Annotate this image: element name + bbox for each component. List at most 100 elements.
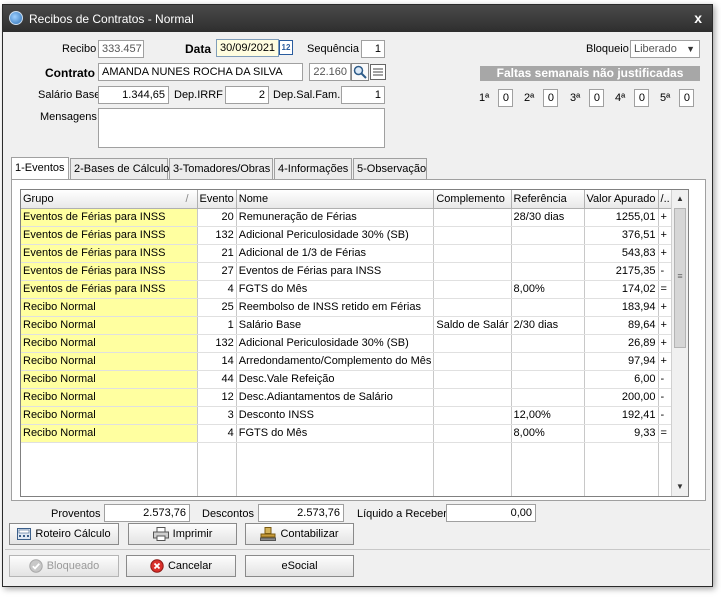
- empty-cell: [197, 442, 237, 460]
- cell-grupo: Eventos de Férias para INSS: [21, 262, 198, 281]
- bloqueado-button[interactable]: Bloqueado: [9, 555, 119, 577]
- table-row[interactable]: Recibo Normal 4 FGTS do Mês 8,00% 9,33 =: [21, 424, 674, 443]
- col-complemento-header[interactable]: Complemento: [433, 190, 512, 209]
- table-row[interactable]: Recibo Normal 1 Salário Base Saldo de Salár…: [21, 316, 674, 335]
- cell-nome: Remuneração de Férias: [236, 208, 435, 227]
- cell-valor: 1255,01: [584, 208, 659, 227]
- window-title: Recibos de Contratos - Normal: [29, 12, 194, 26]
- tab-1[interactable]: 1-Eventos: [11, 157, 69, 180]
- empty-cell: [511, 442, 585, 460]
- title-bar: Recibos de Contratos - Normal x: [3, 5, 712, 32]
- sequencia-field[interactable]: 1: [361, 40, 385, 58]
- cell-referencia: [511, 334, 585, 353]
- col-valor-header[interactable]: Valor Apurado: [584, 190, 659, 209]
- contrato-nome-field[interactable]: AMANDA NUNES ROCHA DA SILVA: [98, 63, 303, 81]
- col-nome-header[interactable]: Nome: [236, 190, 435, 209]
- cell-complemento: [433, 334, 512, 353]
- col-referencia-header[interactable]: Referência: [511, 190, 585, 209]
- bloqueio-label: Bloqueio: [586, 43, 629, 55]
- cell-referencia: [511, 370, 585, 389]
- cell-nome: Adicional Periculosidade 30% (SB): [236, 226, 435, 245]
- list-icon[interactable]: [370, 64, 386, 80]
- cell-nome: Desconto INSS: [236, 406, 435, 425]
- falta-week-field[interactable]: 0: [679, 89, 694, 107]
- cell-grupo: Eventos de Férias para INSS: [21, 280, 198, 299]
- imprimir-button[interactable]: Imprimir: [128, 523, 237, 545]
- scroll-thumb[interactable]: ≡: [674, 208, 686, 348]
- salario-label: Salário Base: [38, 89, 101, 101]
- table-row[interactable]: Recibo Normal 25 Reembolso de INSS retido …: [21, 298, 674, 317]
- table-row[interactable]: Eventos de Férias para INSS 21 Adicional d…: [21, 244, 674, 263]
- cell-grupo: Recibo Normal: [21, 388, 198, 407]
- empty-cell: [21, 478, 198, 496]
- cell-valor: 26,89: [584, 334, 659, 353]
- col-evento-header[interactable]: Evento: [197, 190, 237, 209]
- cell-complemento: [433, 226, 512, 245]
- cell-evento: 20: [197, 208, 237, 227]
- table-row[interactable]: Recibo Normal 132 Adicional Periculosidade…: [21, 334, 674, 353]
- proventos-label: Proventos: [51, 508, 101, 520]
- cell-nome: Salário Base: [236, 316, 435, 335]
- contabilizar-button[interactable]: Contabilizar: [245, 523, 354, 545]
- cell-nome: FGTS do Mês: [236, 424, 435, 443]
- tab-5[interactable]: 5-Observação: [353, 158, 427, 179]
- col-grupo-header[interactable]: Grupo /: [21, 190, 198, 209]
- cell-grupo: Recibo Normal: [21, 370, 198, 389]
- empty-cell: [433, 478, 512, 496]
- chevron-down-icon: ▼: [686, 44, 695, 54]
- cell-complemento: [433, 280, 512, 299]
- close-button[interactable]: x: [694, 10, 702, 26]
- recibo-field[interactable]: 333.457: [98, 40, 144, 58]
- cell-referencia: 2/30 dias: [511, 316, 585, 335]
- data-field[interactable]: 30/09/2021: [216, 39, 279, 57]
- empty-cell: [511, 460, 585, 478]
- empty-cell: [584, 478, 659, 496]
- cell-complemento: [433, 244, 512, 263]
- cell-nome: FGTS do Mês: [236, 280, 435, 299]
- dep-salfam-field[interactable]: 1: [341, 86, 385, 104]
- table-row[interactable]: Recibo Normal 3 Desconto INSS 12,00% 192,41-: [21, 406, 674, 425]
- eventos-grid[interactable]: Grupo / Evento Nome Complemento Referência Val…: [20, 189, 689, 497]
- cell-grupo: Recibo Normal: [21, 352, 198, 371]
- cell-nome: Adicional Periculosidade 30% (SB): [236, 334, 435, 353]
- recibo-label: Recibo: [62, 43, 97, 55]
- scroll-down-icon[interactable]: ▼: [672, 479, 688, 495]
- contrato-num-field[interactable]: 22.160: [309, 63, 351, 81]
- mensagens-field[interactable]: [98, 108, 385, 148]
- table-row[interactable]: Eventos de Férias para INSS 132 Adicional …: [21, 226, 674, 245]
- table-row[interactable]: Eventos de Férias para INSS 27 Eventos de …: [21, 262, 674, 281]
- cell-valor: 97,94: [584, 352, 659, 371]
- table-row[interactable]: Eventos de Férias para INSS 20 Remuneração…: [21, 208, 674, 227]
- sequencia-label: Sequência: [307, 43, 359, 55]
- table-row[interactable]: Eventos de Férias para INSS 4 FGTS do Mês 8…: [21, 280, 674, 299]
- table-row[interactable]: Recibo Normal 44 Desc.Vale Refeição 6,00-: [21, 370, 674, 389]
- cell-nome: Eventos de Férias para INSS: [236, 262, 435, 281]
- falta-week-field[interactable]: 0: [589, 89, 604, 107]
- falta-week-field[interactable]: 0: [498, 89, 513, 107]
- cell-grupo: Eventos de Férias para INSS: [21, 208, 198, 227]
- empty-cell: [584, 442, 659, 460]
- salario-field[interactable]: 1.344,65: [98, 86, 169, 104]
- esocial-button[interactable]: eSocial: [245, 555, 354, 577]
- calendar-icon[interactable]: 12: [279, 40, 293, 55]
- table-row[interactable]: Recibo Normal 14 Arredondamento/Complement…: [21, 352, 674, 371]
- tab-3[interactable]: 3-Tomadores/Obras: [169, 158, 273, 179]
- roteiro-calculo-button[interactable]: Roteiro Cálculo: [9, 523, 119, 545]
- empty-cell: [21, 442, 198, 460]
- tab-4[interactable]: 4-Informações: [274, 158, 352, 179]
- tab-2[interactable]: 2-Bases de Cálculo: [70, 158, 169, 179]
- search-icon[interactable]: [351, 63, 369, 81]
- grid-scrollbar[interactable]: ▲ ≡ ▼: [671, 190, 688, 496]
- cell-evento: 21: [197, 244, 237, 263]
- falta-week-field[interactable]: 0: [634, 89, 649, 107]
- dep-irrf-field[interactable]: 2: [225, 86, 269, 104]
- cell-complemento: [433, 406, 512, 425]
- cancelar-button[interactable]: Cancelar: [126, 555, 236, 577]
- bloqueio-select[interactable]: Liberado ▼: [630, 40, 700, 58]
- table-row[interactable]: Recibo Normal 12 Desc.Adiantamentos de Sal…: [21, 388, 674, 407]
- scroll-up-icon[interactable]: ▲: [672, 191, 688, 207]
- cell-referencia: 28/30 dias: [511, 208, 585, 227]
- falta-week-field[interactable]: 0: [543, 89, 558, 107]
- cell-evento: 44: [197, 370, 237, 389]
- cell-evento: 4: [197, 280, 237, 299]
